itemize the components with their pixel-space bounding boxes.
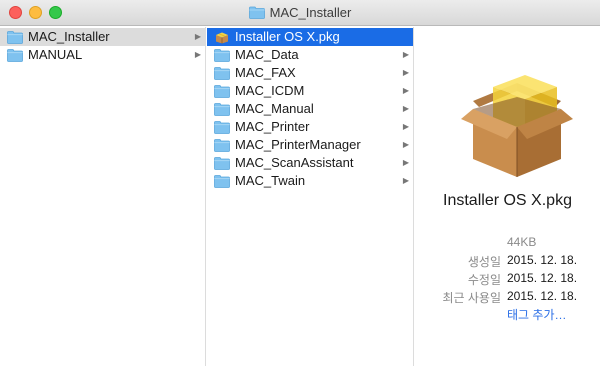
modified-row: 수정일 2015. 12. 18.: [415, 271, 600, 287]
column2-item-label: MAC_Manual: [235, 101, 314, 116]
column2-item-mac-printer[interactable]: MAC_Printer ▶: [207, 118, 413, 136]
column2-item-label: Installer OS X.pkg: [235, 29, 340, 44]
column-mac-installer[interactable]: Installer OS X.pkg MAC_Data ▶ MAC_FAX ▶ …: [207, 27, 414, 366]
column1-item-label: MANUAL: [28, 47, 83, 62]
disclosure-arrow-icon: ▶: [402, 86, 409, 95]
column2-item-label: MAC_FAX: [235, 65, 296, 80]
created-value: 2015. 12. 18.: [507, 253, 578, 267]
folder-icon: [214, 84, 230, 98]
column2-item-label: MAC_ICDM: [235, 83, 305, 98]
disclosure-arrow-icon: ▶: [402, 68, 409, 77]
disclosure-arrow-icon: ▶: [402, 140, 409, 149]
column1-item-label: MAC_Installer: [28, 29, 110, 44]
folder-icon: [214, 156, 230, 170]
modified-label: 수정일: [467, 273, 501, 287]
disclosure-arrow-icon: ▶: [402, 122, 409, 131]
column2-item-mac-scanassistant[interactable]: MAC_ScanAssistant ▶: [207, 154, 413, 172]
created-row: 생성일 2015. 12. 18.: [415, 253, 600, 269]
folder-icon: [214, 66, 230, 80]
folder-icon: [248, 6, 265, 22]
disclosure-arrow-icon: ▶: [402, 176, 409, 185]
column2-item-label: MAC_Data: [235, 47, 299, 62]
created-label: 생성일: [467, 255, 501, 269]
package-icon: [453, 57, 581, 185]
finder-window: MAC_Installer MAC_Installer ▶ MANUAL ▶ I…: [0, 0, 600, 366]
last-opened-row: 최근 사용일 2015. 12. 18.: [415, 289, 600, 305]
modified-value: 2015. 12. 18.: [507, 271, 578, 285]
title-bar: MAC_Installer: [0, 0, 600, 26]
package-icon: [214, 30, 230, 44]
folder-icon: [214, 120, 230, 134]
folder-icon: [7, 30, 23, 44]
disclosure-arrow-icon: ▶: [402, 158, 409, 167]
disclosure-arrow-icon: ▶: [194, 50, 201, 59]
window-title: MAC_Installer: [0, 5, 600, 22]
column-root[interactable]: MAC_Installer ▶ MANUAL ▶: [0, 27, 206, 366]
column2-item-installer-pkg[interactable]: Installer OS X.pkg: [207, 28, 413, 46]
column2-item-mac-twain[interactable]: MAC_Twain ▶: [207, 172, 413, 190]
disclosure-arrow-icon: ▶: [402, 104, 409, 113]
column2-item-mac-icdm[interactable]: MAC_ICDM ▶: [207, 82, 413, 100]
column2-item-label: MAC_ScanAssistant: [235, 155, 354, 170]
column2-item-mac-printermanager[interactable]: MAC_PrinterManager ▶: [207, 136, 413, 154]
column2-item-label: MAC_Twain: [235, 173, 306, 188]
window-title-text: MAC_Installer: [269, 5, 352, 20]
column2-item-mac-manual[interactable]: MAC_Manual ▶: [207, 100, 413, 118]
disclosure-arrow-icon: ▶: [194, 32, 201, 41]
column1-item-manual[interactable]: MANUAL ▶: [0, 46, 205, 64]
column2-item-label: MAC_Printer: [235, 119, 310, 134]
folder-icon: [214, 174, 230, 188]
column2-item-mac-data[interactable]: MAC_Data ▶: [207, 46, 413, 64]
preview-pane: Installer OS X.pkg 44KB 생성일 2015. 12. 18…: [415, 27, 600, 366]
column1-item-mac-installer[interactable]: MAC_Installer ▶: [0, 28, 205, 46]
folder-icon: [214, 48, 230, 62]
preview-filename: Installer OS X.pkg: [443, 192, 572, 209]
file-size: 44KB: [507, 235, 537, 249]
last-opened-value: 2015. 12. 18.: [507, 289, 578, 303]
column2-item-mac-fax[interactable]: MAC_FAX ▶: [207, 64, 413, 82]
folder-icon: [214, 102, 230, 116]
folder-icon: [7, 48, 23, 62]
last-opened-label: 최근 사용일: [442, 291, 501, 305]
folder-icon: [214, 138, 230, 152]
disclosure-arrow-icon: ▶: [402, 50, 409, 59]
add-tags-link[interactable]: 태그 추가…: [507, 306, 567, 323]
column2-item-label: MAC_PrinterManager: [235, 137, 361, 152]
